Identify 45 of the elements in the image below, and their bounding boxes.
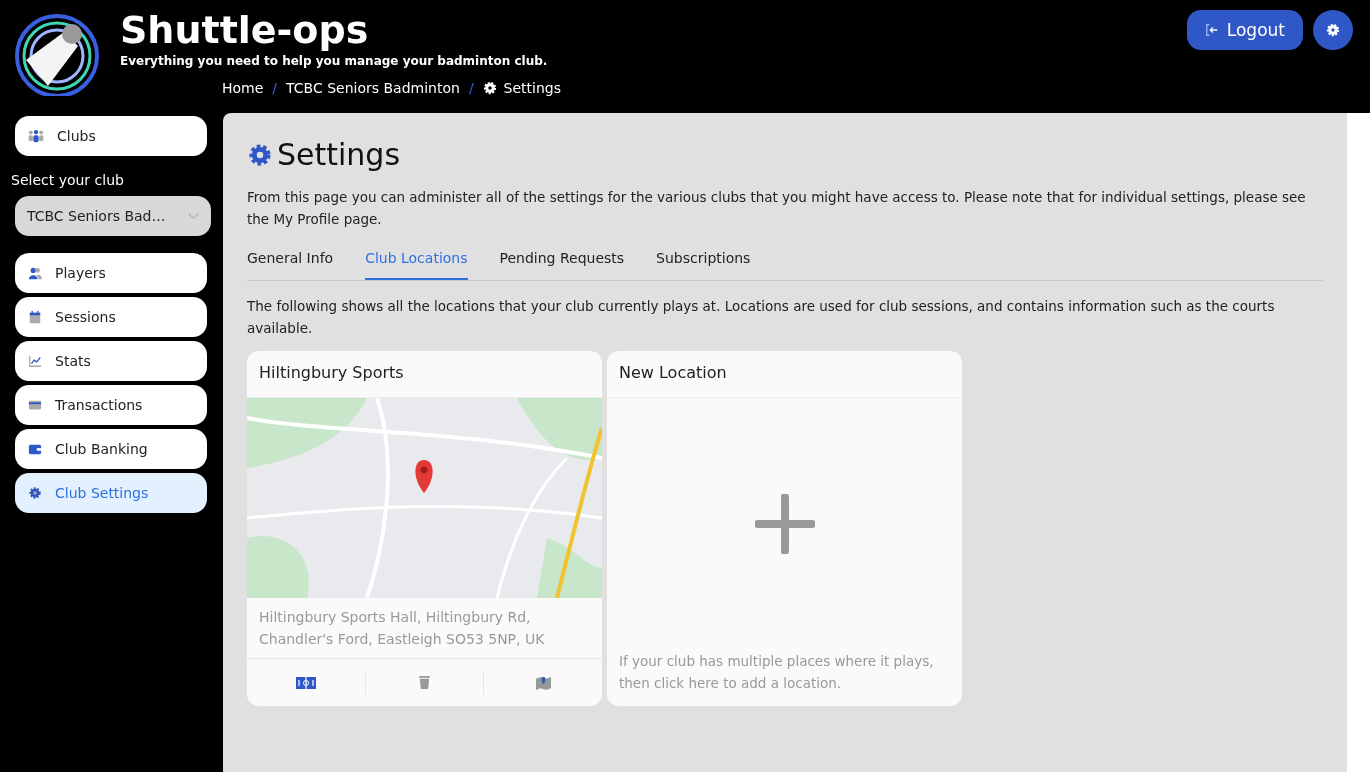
- sidebar-item[interactable]: Transactions: [15, 385, 207, 425]
- hint-text: If your club has multiple places where it plays, then click here to add a location.: [618, 652, 935, 693]
- breadcrumb-separator: /: [272, 80, 278, 96]
- sidebar-item[interactable]: Club Settings: [15, 473, 207, 513]
- page-title: Settings: [247, 137, 1323, 172]
- gear-icon: [27, 486, 43, 500]
- sidebar-item[interactable]: Sessions: [15, 297, 207, 337]
- breadcrumb-link[interactable]: Home: [222, 80, 264, 96]
- settings-button[interactable]: [1313, 10, 1353, 50]
- line-chart-icon: [27, 354, 43, 368]
- logout-icon: [1204, 23, 1219, 37]
- court-icon: [295, 676, 316, 689]
- plus-icon: [754, 494, 815, 554]
- sidebar-item[interactable]: Club Banking: [15, 429, 207, 469]
- intro-text: From this page you can administer all of the settings for the various clubs that you might have access to. Please note that for individual settings, please see the My Profile page.: [247, 188, 1307, 229]
- sidebar-item[interactable]: Stats: [15, 341, 207, 381]
- people-icon: [27, 266, 43, 280]
- app-tagline: Everything you need to help you manage your badminton club.: [120, 54, 549, 68]
- chevron-down-icon: [188, 212, 199, 220]
- card-title: New Location: [607, 351, 962, 398]
- logout-button[interactable]: Logout: [1186, 10, 1303, 50]
- tab[interactable]: Subscriptions: [656, 244, 751, 280]
- gear-icon: [1326, 23, 1340, 37]
- gear-icon: [247, 141, 273, 168]
- address-text: Hiltingbury Sports Hall, Hiltingbury Rd, Chandler's Ford, Eastleigh SO53 5NP, UK: [247, 598, 602, 659]
- tab[interactable]: Pending Requests: [499, 244, 625, 280]
- club-select[interactable]: TCBC Seniors Bad…: [15, 196, 211, 236]
- description-text: The following shows all the locations that your club currently plays at. Locations are used for club sessions, and contains information such as the courts available.: [247, 297, 1276, 338]
- trash-icon: [418, 675, 431, 690]
- select-label: Select your club: [11, 172, 125, 188]
- breadcrumb-link[interactable]: Settings: [482, 80, 562, 96]
- app-title: Shuttle-ops: [120, 8, 370, 52]
- calendar-icon: [27, 310, 43, 324]
- group-icon: [27, 129, 45, 143]
- breadcrumb-separator: /: [468, 80, 474, 96]
- tab[interactable]: General Info: [247, 244, 334, 280]
- sidebar-item[interactable]: Players: [15, 253, 207, 293]
- breadcrumb-link[interactable]: TCBC Seniors Badminton: [286, 80, 460, 96]
- gear-icon: [482, 81, 497, 95]
- tab[interactable]: Club Locations: [365, 244, 468, 280]
- new-location-card[interactable]: New Location If your club has multiple places where it plays, then click here to add a location.: [607, 351, 962, 706]
- map-pin-icon: [534, 675, 552, 690]
- wallet-icon: [27, 442, 43, 456]
- credit-card-icon: [27, 398, 43, 412]
- clubs-button[interactable]: Clubs: [15, 116, 207, 156]
